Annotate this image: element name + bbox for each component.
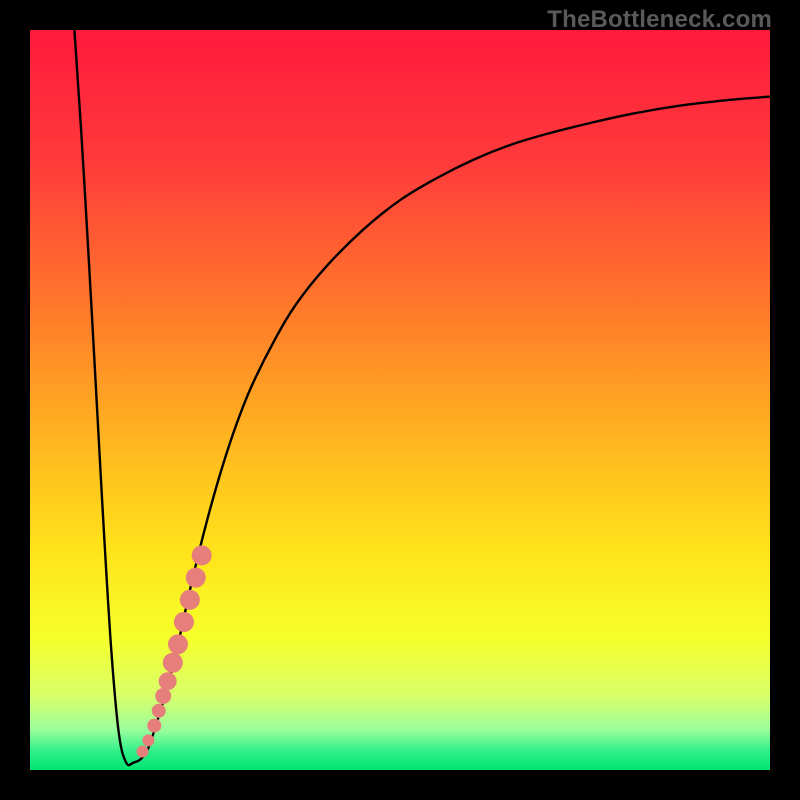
marker-point	[147, 719, 161, 733]
chart-frame: TheBottleneck.com	[0, 0, 800, 800]
bottleneck-chart	[30, 30, 770, 770]
gradient-background	[30, 30, 770, 770]
marker-point	[186, 568, 206, 588]
marker-point	[180, 590, 200, 610]
marker-point	[168, 634, 188, 654]
marker-point	[142, 734, 154, 746]
marker-point	[163, 653, 183, 673]
marker-point	[192, 545, 212, 565]
marker-point	[136, 746, 148, 758]
plot-area	[30, 30, 770, 770]
marker-point	[174, 612, 194, 632]
marker-point	[152, 704, 166, 718]
marker-point	[155, 688, 171, 704]
marker-point	[159, 672, 177, 690]
